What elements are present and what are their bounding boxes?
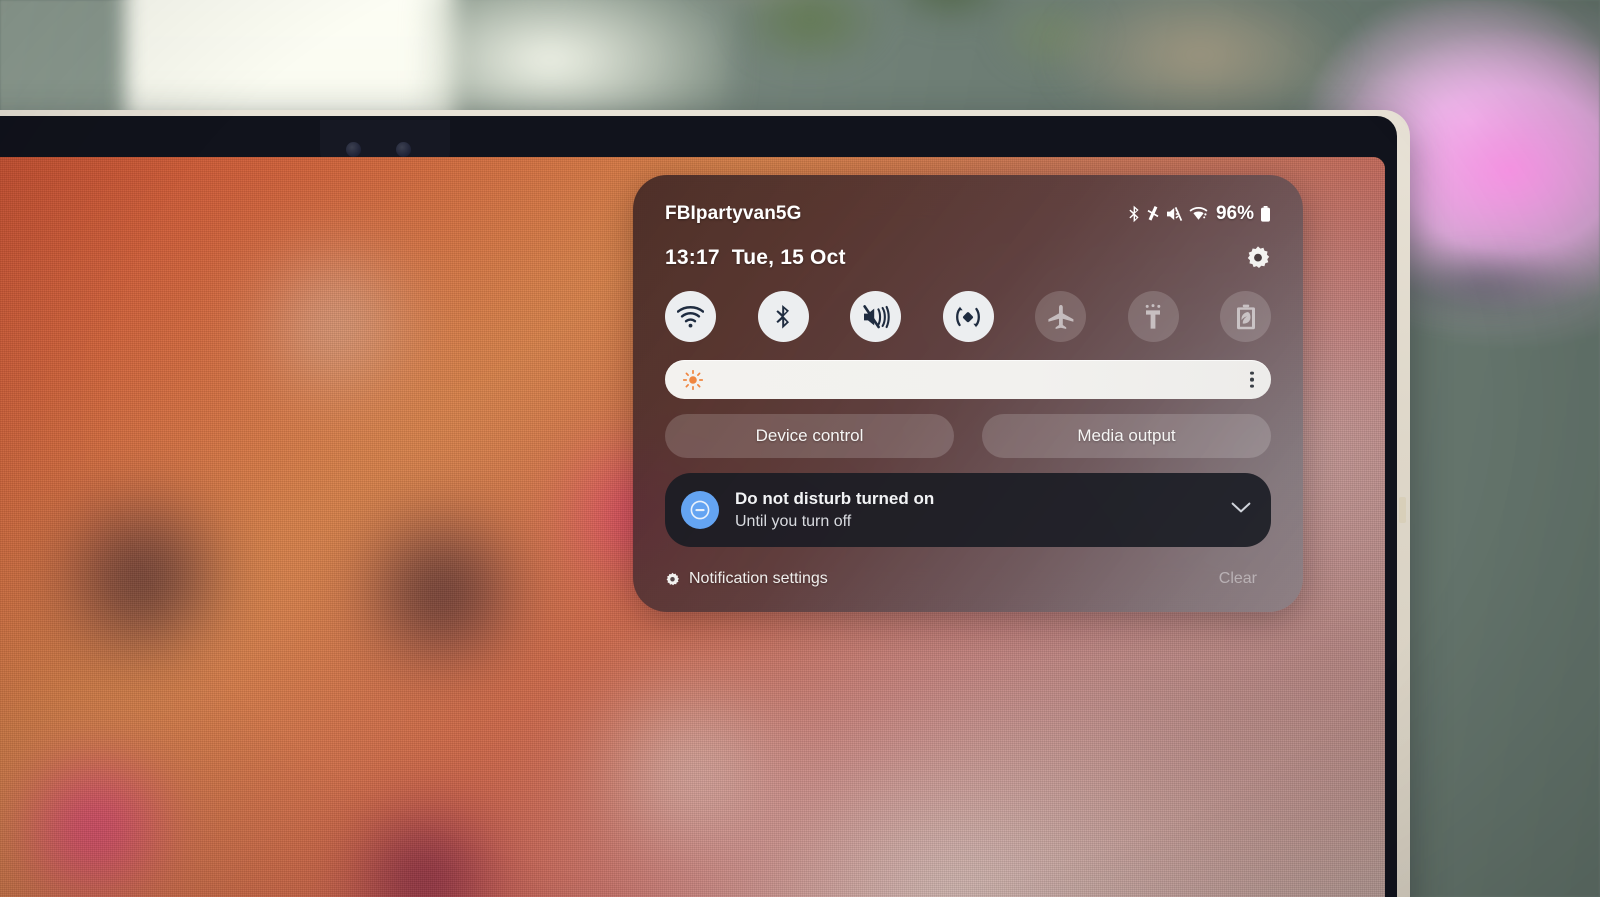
clear-notifications-button[interactable]: Clear <box>1205 566 1271 592</box>
vibrate-mute-icon <box>862 304 890 328</box>
gear-icon <box>666 572 679 585</box>
brightness-slider[interactable] <box>665 360 1271 399</box>
date-label: Tue, 15 Oct <box>731 246 846 269</box>
auto-rotate-icon <box>956 306 980 327</box>
quick-settings-panel: FBIpartyvan5G 96% 13:17 Tue, 15 Oct Devi… <box>633 175 1303 612</box>
front-camera-lens-icon <box>346 142 361 157</box>
notification-settings-button[interactable]: Notification settings <box>665 570 828 588</box>
notification-expand-button[interactable] <box>1231 501 1251 519</box>
notification-text: Do not disturb turned on Until you turn … <box>735 488 934 533</box>
dnd-minus-circle-icon <box>690 500 710 520</box>
system-status-icons: 96% <box>1128 203 1271 225</box>
wifi-ssid-label: FBIpartyvan5G <box>665 203 802 224</box>
clock-row: 13:17 Tue, 15 Oct <box>665 243 1271 273</box>
battery-percent-label: 96% <box>1215 203 1254 224</box>
do-not-disturb-icon <box>681 491 719 529</box>
clock-and-date: 13:17 Tue, 15 Oct <box>665 246 846 270</box>
shortcut-button-row: Device control Media output <box>665 414 1271 458</box>
kebab-dot <box>1250 384 1254 388</box>
bluetooth-icon <box>776 304 789 329</box>
power-saving-tile[interactable] <box>1220 291 1271 342</box>
gear-icon <box>1247 246 1270 268</box>
photo-scene: FBIpartyvan5G 96% 13:17 Tue, 15 Oct Devi… <box>0 0 1600 897</box>
airplane-tile[interactable] <box>1035 291 1086 342</box>
flashlight-icon <box>1145 303 1161 329</box>
sound-mute-tile[interactable] <box>850 291 901 342</box>
quick-toggle-row <box>665 291 1271 342</box>
brightness-sun-icon <box>683 369 703 390</box>
notification-settings-label: Notification settings <box>689 570 828 587</box>
front-camera-sensor-icon <box>396 142 411 157</box>
settings-gear-button[interactable] <box>1245 245 1271 271</box>
power-saving-battery-icon <box>1236 304 1255 329</box>
status-bar-row: FBIpartyvan5G 96% <box>665 201 1271 227</box>
kebab-dot <box>1250 377 1254 382</box>
power-button[interactable] <box>1399 497 1406 523</box>
device-control-button[interactable]: Device control <box>665 414 954 458</box>
brightness-options-button[interactable] <box>1250 371 1254 388</box>
notification-card[interactable]: Do not disturb turned on Until you turn … <box>665 473 1271 547</box>
wifi-icon <box>677 305 704 327</box>
notification-title: Do not disturb turned on <box>735 488 935 508</box>
window-light-secondary-blur <box>430 0 730 120</box>
dnd-slash-icon <box>1147 206 1159 221</box>
volume-mute-icon <box>1166 207 1183 221</box>
battery-icon <box>1261 206 1270 222</box>
clock-label: 13:17 <box>665 246 720 269</box>
airplane-icon <box>1047 304 1073 329</box>
device-screen: FBIpartyvan5G 96% 13:17 Tue, 15 Oct Devi… <box>0 157 1385 897</box>
bluetooth-icon <box>1129 205 1139 223</box>
bluetooth-tile[interactable] <box>757 291 809 342</box>
media-output-button[interactable]: Media output <box>982 414 1271 458</box>
chevron-down-icon <box>1231 502 1251 513</box>
notification-footer: Notification settings Clear <box>665 564 1271 594</box>
flashlight-tile[interactable] <box>1127 291 1179 342</box>
kebab-dot <box>1250 371 1254 375</box>
wifi-tile[interactable] <box>665 291 716 342</box>
auto-rotate-tile[interactable] <box>942 291 994 342</box>
wifi-signal-icon <box>1189 207 1208 220</box>
notification-subtitle: Until you turn off <box>735 512 852 530</box>
window-light-blur <box>125 0 455 125</box>
